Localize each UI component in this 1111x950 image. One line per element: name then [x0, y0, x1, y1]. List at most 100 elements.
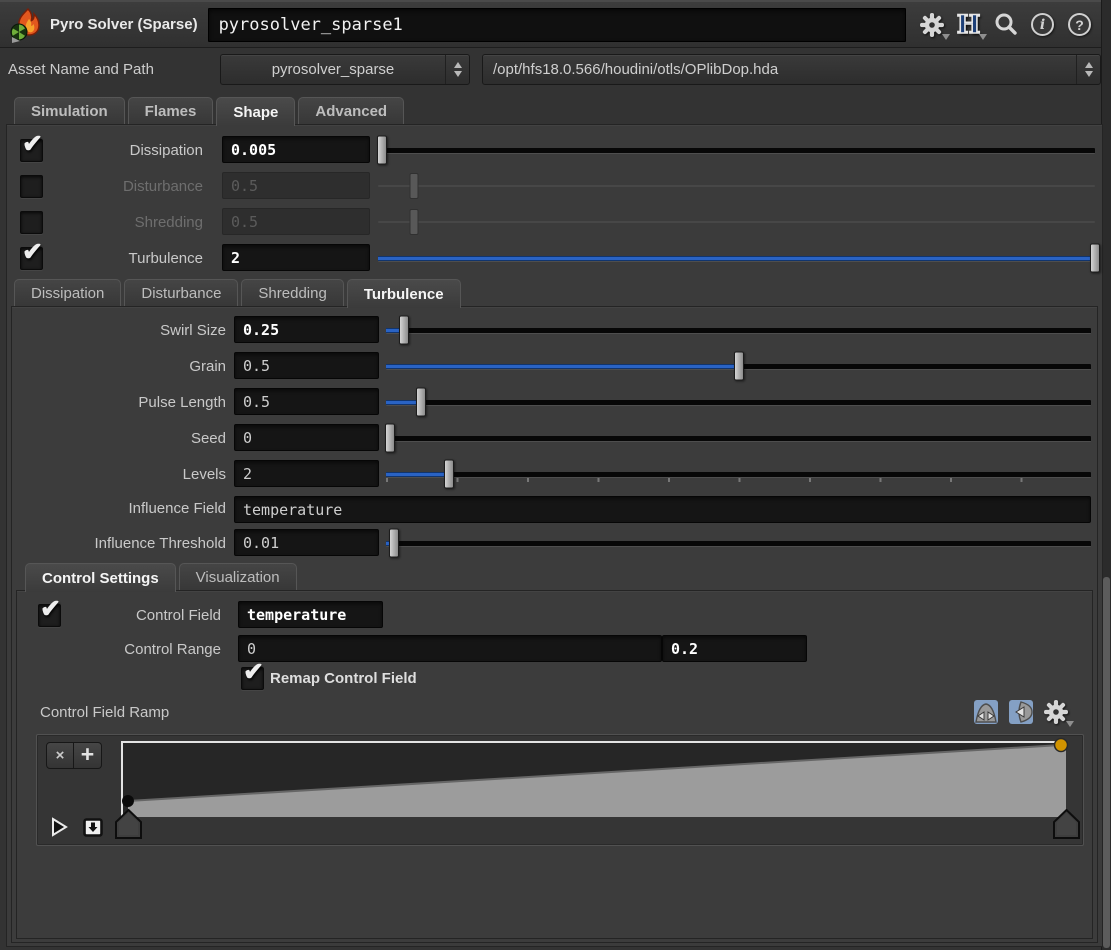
asset-row: Asset Name and Path pyrosolver_sparse /o… — [0, 49, 1101, 90]
help-icon[interactable]: ? — [1067, 12, 1093, 38]
houdini-logo-icon[interactable]: H — [956, 11, 987, 40]
subtab-turbulence[interactable]: Turbulence — [346, 279, 461, 308]
shape-sub-tab-bar: Dissipation Disturbance Shredding Turbul… — [14, 279, 461, 308]
asset-name-spinner[interactable] — [445, 55, 469, 84]
disturbance-slider — [378, 168, 1095, 204]
param-row-influence-field: Influence Field temperature — [12, 492, 1097, 525]
seed-label: Seed — [190, 429, 226, 447]
remap-control-field-checkbox[interactable]: ✔ — [241, 658, 264, 690]
pulse-length-value-field[interactable]: 0.5 — [234, 388, 379, 415]
control-range-max-field[interactable]: 0.2 — [662, 635, 807, 662]
swirl-size-value-field[interactable]: 0.25 — [234, 316, 379, 343]
dissipation-value-field[interactable]: 0.005 — [222, 136, 370, 163]
param-row-pulse-length: Pulse Length 0.5 — [12, 384, 1097, 420]
turbulence-label: Turbulence — [128, 249, 204, 267]
tab-shape[interactable]: Shape — [216, 97, 296, 126]
param-row-disturbance: Disturbance 0.5 — [7, 168, 1102, 204]
shredding-value-field: 0.5 — [222, 208, 370, 235]
influence-field-label: Influence Field — [128, 500, 226, 517]
influence-threshold-slider[interactable] — [386, 525, 1091, 561]
gear-menu-icon[interactable] — [919, 12, 950, 40]
turbulence-value-field[interactable]: 2 — [222, 244, 370, 271]
grain-slider-handle[interactable] — [733, 351, 744, 381]
pulse-length-slider-handle[interactable] — [416, 387, 427, 417]
ramp-add-key-button[interactable]: + — [74, 741, 102, 769]
levels-value-field[interactable]: 2 — [234, 460, 379, 487]
param-row-swirl-size: Swirl Size 0.25 — [12, 312, 1097, 348]
asset-name-select[interactable]: pyrosolver_sparse — [220, 54, 470, 85]
info-icon[interactable]: i — [1030, 12, 1056, 38]
subtab-disturbance[interactable]: Disturbance — [124, 279, 239, 307]
ramp-spread-keys-icon[interactable] — [973, 699, 999, 725]
tab-advanced[interactable]: Advanced — [298, 97, 405, 125]
ramp-key-handle-end[interactable] — [1052, 808, 1080, 839]
pulse-length-label: Pulse Length — [138, 393, 226, 411]
influence-threshold-label: Influence Threshold — [94, 534, 226, 552]
ramp-curve — [122, 737, 1069, 817]
ramp-gear-menu-icon[interactable] — [1043, 699, 1074, 727]
param-row-influence-threshold: Influence Threshold 0.01 — [12, 525, 1097, 561]
shredding-slider — [378, 204, 1095, 240]
swirl-size-slider[interactable] — [386, 312, 1091, 348]
ramp-delete-key-button[interactable]: × — [46, 742, 74, 769]
control-field-value-field[interactable]: temperature — [238, 601, 383, 628]
logo-dropdown-arrow — [978, 33, 987, 40]
main-tab-bar: Simulation Flames Shape Advanced — [14, 97, 405, 126]
control-range-min-field[interactable]: 0 — [238, 635, 662, 662]
ramp-flip-icon[interactable] — [51, 817, 68, 837]
turbulence-slider[interactable] — [378, 240, 1100, 276]
ramp-graph[interactable] — [121, 737, 1069, 817]
node-name-input[interactable]: pyrosolver_sparse1 — [207, 7, 906, 42]
tab-flames[interactable]: Flames — [127, 97, 214, 125]
control-tab-bar: Control Settings Visualization — [25, 563, 297, 592]
levels-label: Levels — [182, 465, 226, 483]
grain-value-field[interactable]: 0.5 — [234, 352, 379, 379]
shredding-slider-handle — [409, 209, 419, 235]
turbulence-tab-page: Swirl Size 0.25 Grain 0.5 Pulse Length 0… — [11, 306, 1098, 943]
influence-threshold-slider-handle[interactable] — [389, 528, 400, 558]
search-icon[interactable] — [993, 12, 1019, 38]
seed-slider-handle[interactable] — [384, 423, 395, 453]
gear-dropdown-arrow — [941, 33, 950, 40]
subtab-shredding[interactable]: Shredding — [241, 279, 344, 307]
dissipation-label: Dissipation — [129, 141, 203, 159]
shape-tab-page: ✔ Dissipation 0.005 Disturbance 0.5 Shre… — [6, 124, 1103, 947]
ramp-gear-dropdown-arrow — [1066, 721, 1074, 727]
asset-path-spinner[interactable] — [1076, 55, 1100, 84]
disturbance-value-field: 0.5 — [222, 172, 370, 199]
seed-value-field[interactable]: 0 — [234, 424, 379, 451]
dissipation-slider[interactable] — [376, 132, 1095, 168]
tab-simulation[interactable]: Simulation — [14, 97, 125, 125]
swirl-size-slider-handle[interactable] — [398, 315, 409, 345]
param-row-remap: ✔ Remap Control Field — [17, 658, 1092, 693]
control-field-ramp-label: Control Field Ramp — [40, 703, 170, 721]
turbulence-slider-handle[interactable] — [1090, 243, 1100, 273]
scrollbar-thumb[interactable] — [1103, 577, 1110, 948]
pulse-length-slider[interactable] — [386, 384, 1091, 420]
ramp-revert-icon[interactable] — [83, 817, 103, 837]
ramp-key-point[interactable] — [122, 795, 134, 807]
subtab-dissipation[interactable]: Dissipation — [14, 279, 122, 307]
remap-control-field-label: Remap Control Field — [270, 669, 417, 687]
levels-slider[interactable] — [386, 456, 1091, 492]
tab-control-settings[interactable]: Control Settings — [25, 563, 176, 592]
ramp-editor: × + — [36, 734, 1084, 846]
ramp-key-handle-start[interactable] — [114, 808, 142, 839]
ramp-key-point[interactable] — [1053, 737, 1069, 753]
grain-slider[interactable] — [386, 348, 1091, 384]
asset-path-select[interactable]: /opt/hfs18.0.566/houdini/otls/OPlibDop.h… — [482, 54, 1101, 85]
seed-slider[interactable] — [384, 420, 1091, 456]
tab-visualization[interactable]: Visualization — [178, 563, 297, 591]
control-settings-page: ✔ Control Field temperature Control Rang… — [16, 590, 1093, 939]
swirl-size-label: Swirl Size — [160, 321, 226, 339]
dissipation-slider-handle[interactable] — [376, 135, 387, 165]
levels-slider-handle[interactable] — [444, 459, 455, 489]
ramp-header-row: Control Field Ramp — [17, 697, 1092, 727]
ramp-shrink-keys-icon[interactable] — [1008, 699, 1034, 725]
levels-slider-ticks — [386, 478, 1091, 482]
influence-threshold-value-field[interactable]: 0.01 — [234, 529, 379, 556]
ramp-area — [127, 745, 1066, 817]
param-row-seed: Seed 0 — [12, 420, 1097, 456]
influence-field-value-field[interactable]: temperature — [234, 496, 1091, 523]
node-header: Pyro Solver (Sparse) pyrosolver_sparse1 … — [0, 0, 1101, 48]
